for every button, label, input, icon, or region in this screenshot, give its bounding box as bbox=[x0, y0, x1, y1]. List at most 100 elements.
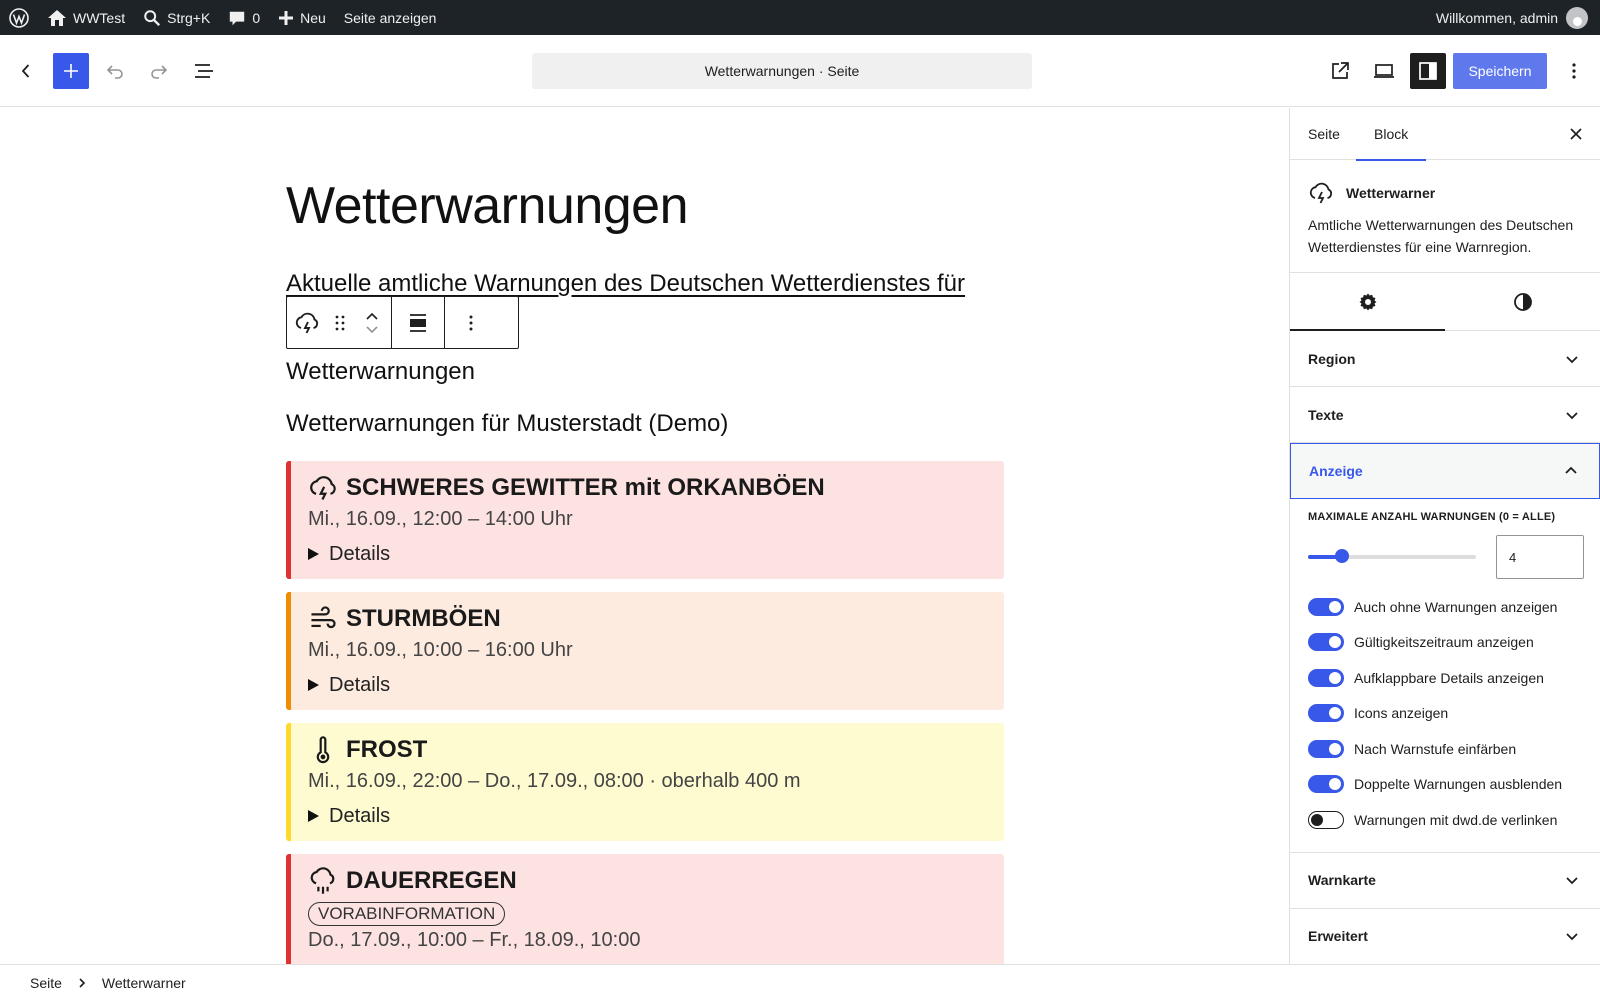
settings-sidebar: Seite Block Wetterwarner Amtliche Wetter… bbox=[1289, 108, 1600, 964]
comment-icon bbox=[230, 11, 245, 25]
home-icon bbox=[48, 9, 66, 26]
chevron-left-icon bbox=[21, 64, 30, 78]
view-page-label: Seite anzeigen bbox=[343, 9, 437, 26]
toggle-switch[interactable] bbox=[1308, 633, 1344, 652]
account-menu[interactable]: Willkommen, admin bbox=[1427, 0, 1600, 35]
move-block-buttons[interactable] bbox=[353, 297, 391, 348]
redo-button[interactable] bbox=[141, 53, 177, 89]
warning-time: Mi., 16.09., 10:00 – 16:00 Uhr bbox=[308, 639, 573, 661]
panel-map[interactable]: Warnkarte bbox=[1290, 853, 1600, 909]
warning-card: STURMBÖEN Mi., 16.09., 10:00 – 16:00 Uhr… bbox=[286, 592, 1004, 710]
editor-canvas: Wetterwarnungen Aktuelle amtliche Warnun… bbox=[0, 108, 1288, 964]
view-page-link[interactable]: Seite anzeigen bbox=[335, 0, 446, 35]
wind-icon bbox=[311, 606, 336, 629]
undo-icon bbox=[106, 65, 123, 79]
document-overview-button[interactable] bbox=[186, 53, 222, 89]
toggle-row: Warnungen mit dwd.de verlinken bbox=[1308, 802, 1584, 838]
tab-settings[interactable] bbox=[1290, 273, 1445, 331]
toggle-label: Aufklappbare Details anzeigen bbox=[1354, 669, 1544, 686]
thunderstorm-icon bbox=[295, 312, 319, 333]
block-type-button[interactable] bbox=[287, 297, 327, 348]
disclosure-triangle-icon bbox=[308, 810, 319, 822]
back-button[interactable] bbox=[8, 53, 44, 89]
display-toggles: Auch ohne Warnungen anzeigen Gültigkeits… bbox=[1308, 589, 1584, 838]
disclosure-triangle-icon bbox=[308, 548, 319, 560]
options-menu-button[interactable] bbox=[1556, 53, 1592, 89]
chevron-right-icon bbox=[79, 977, 86, 988]
warning-title: FROST bbox=[346, 736, 428, 763]
block-toolbar bbox=[286, 296, 519, 349]
toggle-switch[interactable] bbox=[1308, 775, 1344, 794]
chevron-down-icon bbox=[1566, 411, 1578, 419]
toggle-switch[interactable] bbox=[1308, 810, 1344, 829]
warning-title: DAUERREGEN bbox=[346, 867, 517, 894]
warning-title: SCHWERES GEWITTER mit ORKANBÖEN bbox=[346, 474, 825, 501]
undo-button[interactable] bbox=[97, 53, 133, 89]
intro-paragraph[interactable]: Aktuelle amtliche Warnungen des Deutsche… bbox=[286, 270, 965, 298]
block-name: Wetterwarner bbox=[1346, 185, 1436, 201]
list-view-icon bbox=[195, 64, 213, 78]
search-shortcut: Strg+K bbox=[167, 9, 211, 26]
max-warnings-input[interactable] bbox=[1496, 535, 1584, 579]
breadcrumb-block[interactable]: Wetterwarner bbox=[102, 975, 186, 991]
panel-title: Texte bbox=[1308, 406, 1344, 423]
settings-sidebar-toggle[interactable] bbox=[1410, 53, 1446, 89]
warning-details-toggle[interactable]: Details bbox=[308, 539, 1004, 569]
toggle-row: Nach Warnstufe einfärben bbox=[1308, 731, 1584, 767]
chevron-up-icon[interactable] bbox=[364, 310, 380, 322]
tab-styles[interactable] bbox=[1445, 273, 1600, 330]
warning-details-toggle[interactable]: Details bbox=[308, 670, 1004, 700]
slider-thumb[interactable] bbox=[1334, 549, 1349, 563]
comments-link[interactable]: 0 bbox=[219, 0, 269, 35]
view-page-button[interactable] bbox=[1322, 53, 1358, 89]
chevron-down-icon[interactable] bbox=[364, 324, 380, 336]
block-description: Amtliche Wetterwarnungen des Deutschen W… bbox=[1308, 217, 1574, 255]
greeting: Willkommen, admin bbox=[1435, 9, 1558, 26]
panel-region[interactable]: Region bbox=[1290, 331, 1600, 387]
styles-icon bbox=[1513, 292, 1532, 311]
panel-title: Anzeige bbox=[1309, 463, 1363, 479]
tab-page[interactable]: Seite bbox=[1308, 108, 1340, 160]
command-palette-button[interactable]: Strg+K bbox=[134, 0, 219, 35]
drag-handle[interactable] bbox=[327, 297, 353, 348]
block-options-button[interactable] bbox=[445, 297, 497, 348]
drag-handle-icon bbox=[335, 315, 345, 330]
block-breadcrumb: Seite Wetterwarner bbox=[0, 964, 1600, 1000]
chevron-down-icon bbox=[1566, 877, 1578, 885]
prelim-badge: VORABINFORMATION bbox=[308, 902, 506, 926]
align-button[interactable] bbox=[392, 297, 444, 348]
panel-title: Region bbox=[1308, 350, 1356, 367]
new-content-link[interactable]: Neu bbox=[269, 0, 335, 35]
wordpress-icon bbox=[9, 7, 29, 28]
block-inserter-button[interactable] bbox=[53, 53, 89, 89]
save-button[interactable]: Speichern bbox=[1453, 53, 1547, 89]
toggle-label: Nach Warnstufe einfärben bbox=[1354, 740, 1517, 757]
document-bar[interactable]: Wetterwarnungen · Seite bbox=[532, 53, 1032, 89]
tab-block[interactable]: Block bbox=[1356, 108, 1427, 161]
panel-display[interactable]: Anzeige bbox=[1290, 443, 1600, 499]
toggle-switch[interactable] bbox=[1308, 597, 1344, 616]
toggle-switch[interactable] bbox=[1308, 739, 1344, 758]
close-sidebar-button[interactable] bbox=[1564, 122, 1588, 146]
redo-icon bbox=[151, 65, 168, 79]
breadcrumb-page[interactable]: Seite bbox=[30, 975, 62, 991]
toggle-switch[interactable] bbox=[1308, 668, 1344, 687]
max-warnings-label: Maximale Anzahl Warnungen (0 = alle) bbox=[1308, 511, 1556, 523]
align-wide-icon bbox=[410, 313, 426, 332]
max-warnings-slider[interactable] bbox=[1308, 549, 1476, 563]
close-icon bbox=[1570, 128, 1582, 140]
toggle-switch[interactable] bbox=[1308, 704, 1344, 723]
panel-advanced[interactable]: Erweitert bbox=[1290, 909, 1600, 964]
panel-texts[interactable]: Texte bbox=[1290, 387, 1600, 443]
warning-details-toggle[interactable]: Details bbox=[308, 801, 1004, 831]
site-name: WWTest bbox=[73, 9, 126, 26]
wordpress-logo-button[interactable] bbox=[0, 0, 38, 35]
block-heading: Wetterwarnungen bbox=[286, 358, 475, 385]
site-name-link[interactable]: WWTest bbox=[38, 0, 134, 35]
block-card: Wetterwarner Amtliche Wetterwarnungen de… bbox=[1290, 160, 1600, 273]
warning-time: Mi., 16.09., 12:00 – 14:00 Uhr bbox=[308, 508, 573, 530]
toggle-label: Icons anzeigen bbox=[1354, 705, 1449, 722]
details-label: Details bbox=[329, 804, 391, 827]
preview-device-button[interactable] bbox=[1366, 53, 1402, 89]
page-title[interactable]: Wetterwarnungen bbox=[286, 176, 689, 236]
